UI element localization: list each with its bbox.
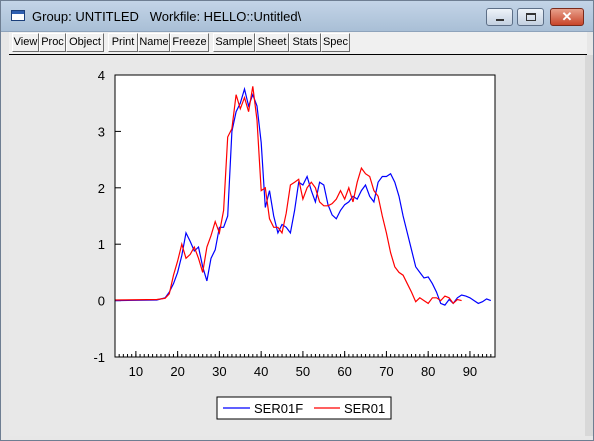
object-button[interactable]: Object bbox=[66, 33, 104, 52]
minimize-button[interactable] bbox=[486, 8, 513, 26]
toolbar: View Proc Object Print Name Freeze Sampl… bbox=[9, 32, 587, 55]
y-tick-label: 4 bbox=[98, 68, 105, 83]
spec-button[interactable]: Spec bbox=[321, 33, 350, 52]
title-bar[interactable]: Group: UNTITLED Workfile: HELLO::Untitle… bbox=[1, 1, 593, 32]
y-tick-label: 1 bbox=[98, 237, 105, 252]
close-icon: ✕ bbox=[561, 9, 573, 24]
x-tick-label: 20 bbox=[170, 364, 184, 379]
line-chart: 10 20 30 40 50 60 70 80 90 -1 0 1 2 3 4 SER01F SER01 bbox=[93, 68, 496, 420]
proc-button[interactable]: Proc bbox=[39, 33, 66, 52]
x-tick-label: 80 bbox=[421, 364, 435, 379]
y-tick-label: 3 bbox=[98, 124, 105, 139]
maximize-icon bbox=[526, 13, 536, 21]
legend-label-ser01f: SER01F bbox=[254, 401, 303, 416]
plot-background bbox=[115, 75, 495, 357]
vertical-scrollbar[interactable] bbox=[585, 55, 593, 436]
name-button[interactable]: Name bbox=[138, 33, 170, 52]
graph-area: 10 20 30 40 50 60 70 80 90 -1 0 1 2 3 4 SER01F SER01 bbox=[9, 55, 587, 436]
x-tick-label: 90 bbox=[463, 364, 477, 379]
x-tick-label: 70 bbox=[379, 364, 393, 379]
x-tick-label: 30 bbox=[212, 364, 226, 379]
sample-button[interactable]: Sample bbox=[213, 33, 255, 52]
y-tick-label: -1 bbox=[93, 350, 105, 365]
close-button[interactable]: ✕ bbox=[550, 8, 584, 26]
legend: SER01F SER01 bbox=[216, 396, 392, 420]
maximize-button[interactable] bbox=[517, 8, 544, 26]
group-window: Group: UNTITLED Workfile: HELLO::Untitle… bbox=[0, 0, 594, 441]
sheet-button[interactable]: Sheet bbox=[255, 33, 289, 52]
print-button[interactable]: Print bbox=[108, 33, 138, 52]
freeze-button[interactable]: Freeze bbox=[170, 33, 209, 52]
window-title: Group: UNTITLED Workfile: HELLO::Untitle… bbox=[32, 9, 302, 24]
minimize-icon bbox=[496, 19, 504, 21]
x-tick-label: 10 bbox=[129, 364, 143, 379]
x-tick-label: 50 bbox=[296, 364, 310, 379]
window-icon[interactable] bbox=[11, 10, 25, 21]
y-tick-label: 2 bbox=[98, 181, 105, 196]
legend-label-ser01: SER01 bbox=[344, 401, 385, 416]
y-tick-label: 0 bbox=[98, 294, 105, 309]
x-tick-label: 60 bbox=[337, 364, 351, 379]
view-button[interactable]: View bbox=[12, 33, 39, 52]
stats-button[interactable]: Stats bbox=[289, 33, 321, 52]
x-tick-label: 40 bbox=[254, 364, 268, 379]
